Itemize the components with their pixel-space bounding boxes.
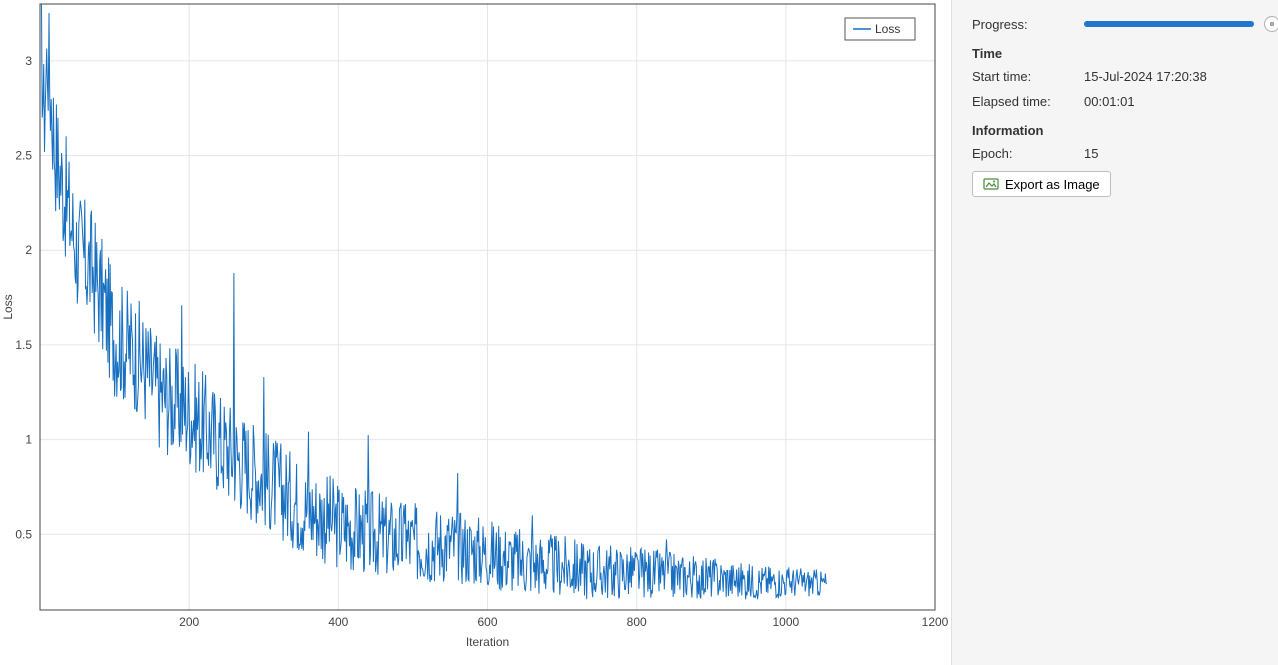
svg-text:1000: 1000 [772, 615, 799, 629]
svg-text:Loss: Loss [1, 294, 15, 319]
progress-bar [1084, 21, 1254, 27]
svg-text:600: 600 [477, 615, 497, 629]
start-time-value: 15-Jul-2024 17:20:38 [1084, 69, 1278, 84]
progress-row: Progress: [972, 16, 1278, 32]
svg-text:0.5: 0.5 [15, 527, 32, 541]
time-section-title: Time [972, 46, 1278, 61]
svg-text:200: 200 [179, 615, 199, 629]
svg-text:1.5: 1.5 [15, 338, 32, 352]
svg-text:3: 3 [25, 54, 32, 68]
elapsed-time-label: Elapsed time: [972, 94, 1084, 109]
svg-text:2.5: 2.5 [15, 149, 32, 163]
svg-text:Loss: Loss [875, 22, 900, 36]
epoch-label: Epoch: [972, 146, 1084, 161]
info-section-title: Information [972, 123, 1278, 138]
svg-text:Iteration: Iteration [466, 635, 509, 649]
progress-label: Progress: [972, 17, 1084, 32]
elapsed-time-value: 00:01:01 [1084, 94, 1278, 109]
start-time-label: Start time: [972, 69, 1084, 84]
svg-text:1: 1 [25, 433, 32, 447]
chart-pane: 200 400 600 800 1000 1200 0.5 1 1.5 2 2.5 3 Iteratio… [0, 0, 952, 665]
svg-text:1200: 1200 [922, 615, 949, 629]
loss-chart: 200 400 600 800 1000 1200 0.5 1 1.5 2 2.5 3 Iteratio… [0, 0, 952, 665]
svg-text:400: 400 [328, 615, 348, 629]
svg-text:2: 2 [25, 243, 32, 257]
svg-text:800: 800 [627, 615, 647, 629]
stop-button[interactable] [1264, 16, 1278, 32]
epoch-value: 15 [1084, 146, 1278, 161]
training-info-panel: Progress: Time Start time: 15-Jul-2024 1… [952, 0, 1278, 665]
export-button-label: Export as Image [1005, 177, 1100, 192]
export-image-icon [983, 176, 999, 192]
export-button[interactable]: Export as Image [972, 171, 1111, 197]
stop-icon [1270, 22, 1274, 26]
